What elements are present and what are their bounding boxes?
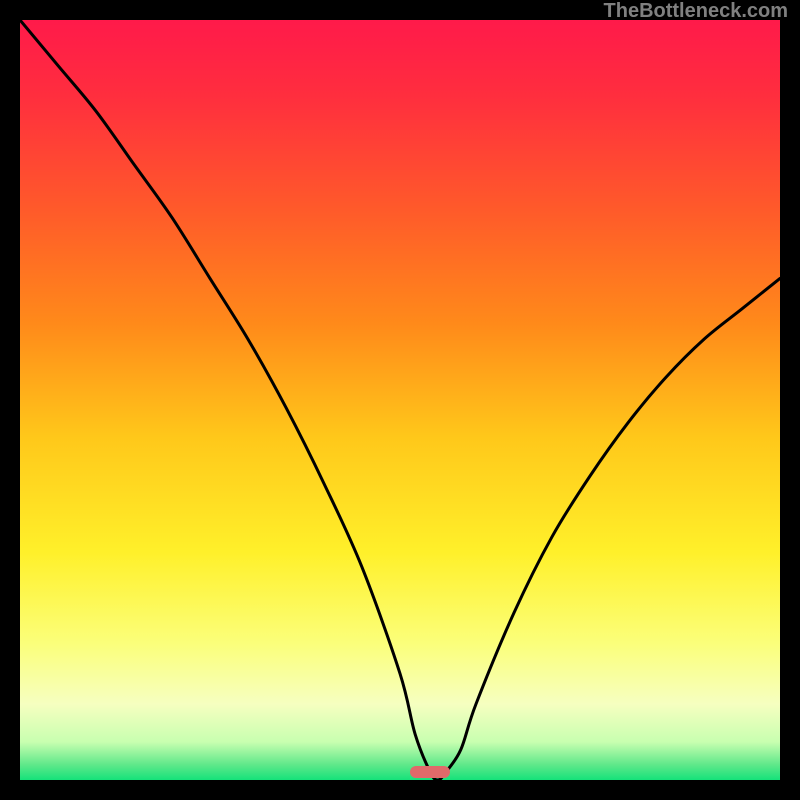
plot-area: [20, 20, 780, 780]
optimal-marker: [410, 766, 450, 778]
watermark-text: TheBottleneck.com: [604, 0, 788, 23]
chart-frame: TheBottleneck.com: [0, 0, 800, 800]
bottleneck-curve: [20, 20, 780, 780]
